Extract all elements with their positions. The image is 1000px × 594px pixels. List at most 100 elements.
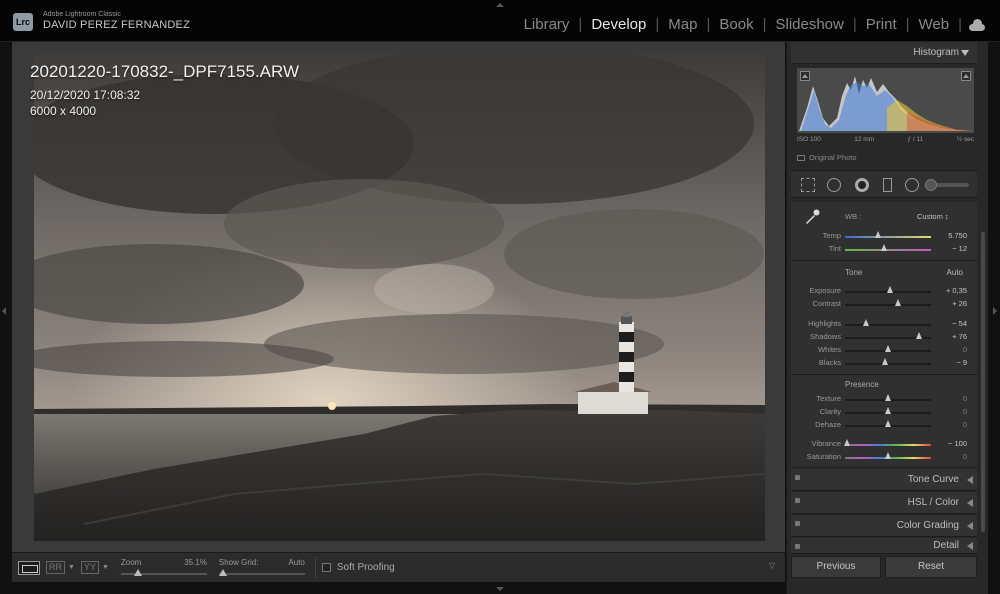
original-photo-checkbox[interactable]	[797, 154, 805, 161]
chevron-down-icon[interactable]: ▼	[102, 564, 109, 571]
slider-knob[interactable]	[885, 452, 891, 459]
tone-curve-panel-header[interactable]: Tone Curve	[791, 469, 977, 491]
toolbar-menu-icon[interactable]: ▽	[765, 561, 779, 573]
graduated-filter-icon[interactable]	[883, 178, 892, 192]
module-web[interactable]: Web	[910, 16, 959, 33]
slider-track[interactable]	[845, 363, 931, 365]
crop-tool-icon[interactable]	[801, 178, 815, 192]
show-grid-value[interactable]: Auto	[288, 558, 304, 567]
panel-toggle-switch[interactable]	[795, 498, 800, 503]
slider-knob[interactable]	[885, 420, 891, 427]
slider-knob[interactable]	[862, 319, 869, 326]
slider-value[interactable]: − 54	[952, 319, 967, 328]
slider-track[interactable]	[845, 304, 931, 306]
grid-slider-track[interactable]	[218, 572, 305, 575]
module-develop[interactable]: Develop	[582, 16, 655, 33]
slider-knob[interactable]	[843, 439, 850, 446]
module-library[interactable]: Library	[515, 16, 579, 33]
slider-value[interactable]: 5.750	[948, 231, 967, 240]
slider-knob[interactable]	[885, 345, 891, 352]
shadow-clipping-toggle[interactable]	[800, 71, 810, 81]
expand-triangle-icon[interactable]	[967, 522, 973, 530]
detail-panel-header[interactable]: Detail	[791, 538, 977, 554]
slider-value[interactable]: + 0,35	[946, 286, 967, 295]
chevron-down-icon[interactable]: ▼	[68, 564, 75, 571]
hsl-color-panel-header[interactable]: HSL / Color	[791, 492, 977, 514]
slider-value[interactable]: 0	[963, 452, 967, 461]
zoom-slider-knob[interactable]	[134, 568, 143, 576]
module-slideshow[interactable]: Slideshow	[766, 16, 852, 33]
slider-contrast[interactable]: Contrast + 26	[791, 298, 977, 311]
loupe-view-button[interactable]	[18, 560, 40, 575]
slider-shadows[interactable]: Shadows + 76	[791, 331, 977, 344]
show-filmstrip-icon[interactable]	[496, 587, 504, 591]
slider-value[interactable]: 0	[963, 394, 967, 403]
slider-tint[interactable]: Tint − 12	[791, 243, 977, 256]
color-grading-panel-header[interactable]: Color Grading	[791, 515, 977, 537]
histogram-panel-header[interactable]: Histogram	[791, 42, 977, 64]
slider-knob[interactable]	[874, 231, 881, 238]
expand-triangle-icon[interactable]	[967, 476, 973, 484]
original-photo-toggle[interactable]: Original Photo	[797, 153, 857, 162]
highlight-clipping-toggle[interactable]	[961, 71, 971, 81]
show-top-panel-icon[interactable]	[496, 3, 504, 7]
wb-preset-dropdown[interactable]: Custom ↕	[917, 212, 949, 221]
slider-knob[interactable]	[915, 332, 922, 339]
slider-highlights[interactable]: Highlights − 54	[791, 318, 977, 331]
module-map[interactable]: Map	[659, 16, 706, 33]
photo-canvas[interactable]	[34, 54, 765, 541]
collapse-triangle-icon[interactable]	[961, 50, 969, 56]
previous-button[interactable]: Previous	[791, 556, 881, 578]
expand-triangle-icon[interactable]	[967, 542, 973, 550]
slider-value[interactable]: − 9	[956, 358, 967, 367]
show-right-panel-icon[interactable]	[993, 307, 997, 315]
before-after-button[interactable]: RR	[46, 561, 65, 574]
slider-knob[interactable]	[881, 358, 888, 365]
slider-whites[interactable]: Whites 0	[791, 344, 977, 357]
slider-track[interactable]	[845, 236, 931, 238]
panel-toggle-switch[interactable]	[795, 521, 800, 526]
slider-value[interactable]: − 100	[948, 439, 967, 448]
slider-dehaze[interactable]: Dehaze 0	[791, 419, 977, 432]
slider-track[interactable]	[845, 249, 931, 251]
slider-vibrance[interactable]: Vibrance − 100	[791, 438, 977, 451]
adjustment-brush-icon[interactable]	[925, 179, 969, 191]
slider-blacks[interactable]: Blacks − 9	[791, 357, 977, 370]
module-print[interactable]: Print	[857, 16, 906, 33]
slider-knob[interactable]	[886, 286, 893, 293]
expand-triangle-icon[interactable]	[967, 499, 973, 507]
cloud-icon[interactable]	[968, 18, 986, 31]
reset-button[interactable]: Reset	[885, 556, 977, 578]
histogram-graph[interactable]	[797, 68, 974, 133]
slider-knob[interactable]	[895, 299, 902, 306]
slider-knob[interactable]	[885, 407, 891, 414]
module-book[interactable]: Book	[710, 16, 762, 33]
panel-toggle-switch[interactable]	[795, 475, 800, 480]
slider-clarity[interactable]: Clarity 0	[791, 406, 977, 419]
slider-value[interactable]: 0	[963, 420, 967, 429]
panel-scrollbar[interactable]	[981, 232, 985, 532]
slider-track[interactable]	[845, 324, 931, 326]
eyedropper-icon[interactable]	[803, 208, 821, 226]
slider-value[interactable]: + 76	[952, 332, 967, 341]
slider-knob[interactable]	[880, 244, 887, 251]
slider-texture[interactable]: Texture 0	[791, 393, 977, 406]
panel-toggle-switch[interactable]	[795, 544, 800, 549]
spot-removal-icon[interactable]	[827, 178, 841, 192]
slider-value[interactable]: + 26	[952, 299, 967, 308]
before-after-swap-button[interactable]: YY	[80, 561, 99, 574]
slider-track[interactable]	[845, 444, 931, 446]
tone-auto-button[interactable]: Auto	[947, 268, 963, 277]
soft-proofing-checkbox[interactable]	[321, 563, 331, 572]
radial-filter-icon[interactable]	[905, 178, 919, 192]
slider-value[interactable]: 0	[963, 407, 967, 416]
show-left-panel-icon[interactable]	[2, 307, 6, 315]
grid-slider-knob[interactable]	[219, 568, 228, 576]
slider-value[interactable]: 0	[963, 345, 967, 354]
photo-viewer[interactable]	[12, 42, 785, 552]
slider-saturation[interactable]: Saturation 0	[791, 451, 977, 464]
slider-knob[interactable]	[885, 394, 891, 401]
slider-exposure[interactable]: Exposure + 0,35	[791, 285, 977, 298]
slider-temp[interactable]: Temp 5.750	[791, 230, 977, 243]
slider-value[interactable]: − 12	[952, 244, 967, 253]
